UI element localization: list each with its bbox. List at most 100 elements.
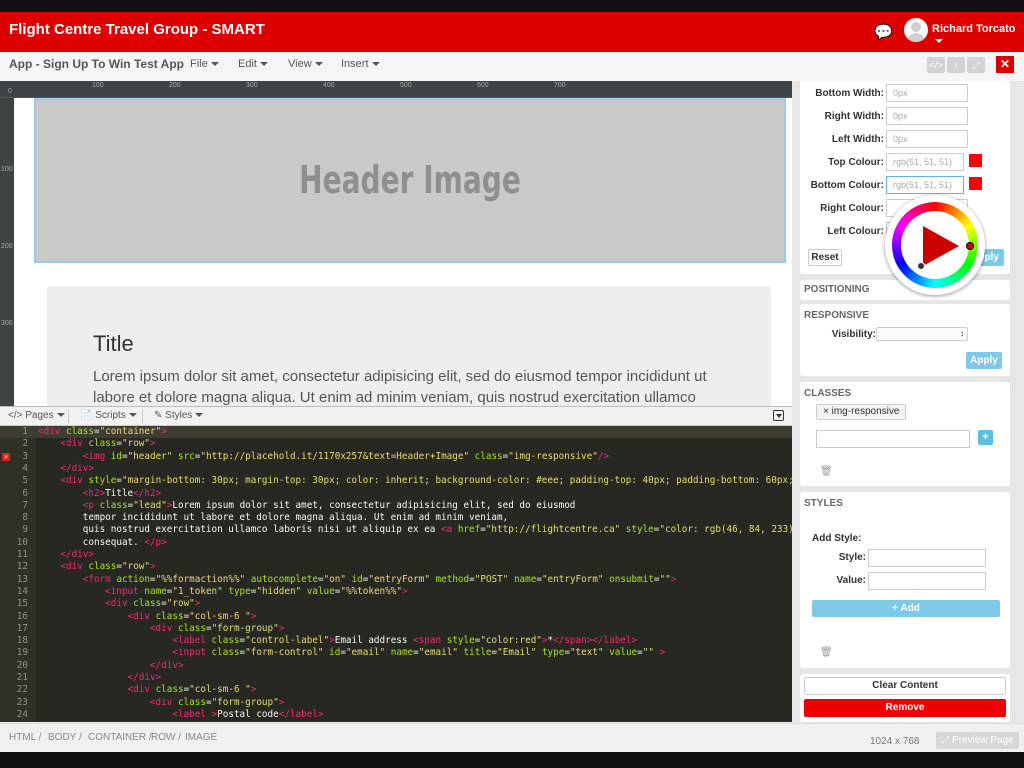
clear-content-button[interactable]: Clear Content — [804, 677, 1006, 695]
tab-scripts[interactable]: 📄 Scripts — [80, 410, 137, 421]
close-icon[interactable]: ✕ — [996, 56, 1014, 73]
chevron-down-icon — [314, 62, 323, 67]
code-line[interactable]: 4 </div> — [0, 463, 792, 475]
menu-edit[interactable]: Edit — [238, 58, 268, 70]
user-menu[interactable]: Richard Torcato — [932, 23, 1024, 47]
chevron-down-icon — [56, 413, 65, 418]
tab-divider — [142, 410, 143, 423]
add-style-button[interactable]: + Add — [812, 600, 1000, 617]
jumbotron[interactable]: Title Lorem ipsum dolor sit amet, consec… — [47, 286, 771, 406]
ruler-label: 200 — [1, 243, 13, 250]
menu-view[interactable]: View — [288, 58, 323, 70]
style-input[interactable] — [868, 549, 986, 567]
code-line[interactable]: 13 <form action="%%formaction%%" autocom… — [0, 574, 792, 586]
breadcrumb-container[interactable]: CONTAINER / — [88, 732, 152, 743]
tab-pages[interactable]: </> Pages — [8, 410, 65, 421]
tab-scripts-label: Scripts — [95, 410, 126, 421]
breadcrumb-row[interactable]: ROW / — [151, 732, 181, 743]
code-line[interactable]: 11 </div> — [0, 549, 792, 561]
remove-button[interactable]: Remove — [804, 699, 1006, 717]
chevron-down-icon — [259, 62, 268, 67]
shade-selector-handle[interactable] — [917, 262, 925, 270]
collapse-icon[interactable] — [773, 410, 784, 421]
top-colour-input[interactable]: rgb(51, 51, 51) — [886, 153, 964, 171]
hue-selector-handle[interactable] — [966, 242, 974, 250]
ruler-label: 600 — [477, 82, 489, 89]
code-line[interactable]: 16 <div class="col-sm-6 "> — [0, 611, 792, 623]
visibility-select[interactable]: ↕ — [876, 327, 968, 341]
error-icon[interactable]: × — [2, 452, 10, 461]
code-line[interactable]: 19 <input class="form-control" id="email… — [0, 647, 792, 659]
code-line[interactable]: 10 consequat. </p> — [0, 537, 792, 549]
top-header: Flight Centre Travel Group - SMART 💬 Ric… — [0, 12, 1024, 52]
class-tag[interactable]: × img-responsive — [816, 404, 907, 420]
bottom-width-input[interactable]: 0px — [886, 84, 968, 102]
chevron-down-icon — [371, 62, 380, 67]
code-line[interactable]: 23 <div class="form-group"> — [0, 697, 792, 709]
line-number: 7 — [22, 499, 28, 511]
trash-icon[interactable]: 🗑 — [820, 466, 833, 477]
line-number: 12 — [16, 561, 28, 573]
brand-title[interactable]: Flight Centre Travel Group - SMART — [9, 21, 265, 38]
left-width-input[interactable]: 0px — [886, 130, 968, 148]
code-line[interactable]: 9 quis nostrud exercitation ullamco labo… — [0, 524, 792, 536]
code-line[interactable]: 14 <input name="1_token" type="hidden" v… — [0, 586, 792, 598]
chevron-down-icon — [128, 413, 137, 418]
responsive-apply-button[interactable]: Apply — [966, 352, 1002, 369]
code-line[interactable]: 20 </div> — [0, 660, 792, 672]
code-line[interactable]: 6 <h2>Title</h2> — [0, 488, 792, 500]
bottom-colour-input[interactable]: rgb(51, 51, 51) — [886, 176, 964, 194]
chat-icon[interactable]: 💬 — [874, 23, 893, 41]
breadcrumb-body[interactable]: BODY / — [48, 732, 82, 743]
trash-icon[interactable]: 🗑 — [820, 647, 833, 658]
breadcrumb-html[interactable]: HTML / — [9, 732, 41, 743]
ruler-top: 0 100 200 300 400 500 600 700 — [0, 81, 792, 98]
bottom-colour-swatch[interactable] — [969, 177, 982, 190]
remove-icon[interactable]: × — [823, 406, 829, 417]
class-input[interactable] — [816, 430, 970, 448]
code-line[interactable]: 5 <div style="margin-bottom: 30px; margi… — [0, 475, 792, 487]
code-line[interactable]: 12 <div class="row"> — [0, 561, 792, 573]
add-class-button[interactable]: + — [978, 430, 993, 445]
code-line[interactable]: 15 <div class="row"> — [0, 598, 792, 610]
code-line[interactable]: 24 <label >Postal code</label> — [0, 709, 792, 721]
styles-title: STYLES — [804, 498, 843, 509]
code-line[interactable]: 18 <label class="control-label">Email ad… — [0, 635, 792, 647]
preview-page-button[interactable]: ⤢ Preview Page — [936, 732, 1019, 749]
line-number: 15 — [16, 598, 28, 610]
code-line[interactable]: 2 <div class="row"> — [0, 438, 792, 450]
top-frame — [0, 0, 1024, 12]
expand-icon[interactable]: ⤢ — [967, 57, 985, 73]
code-line[interactable]: 17 <div class="form-group"> — [0, 623, 792, 635]
code-text: <div class="row"> — [60, 438, 156, 450]
line-number: 14 — [16, 585, 28, 597]
code-editor[interactable]: 1 <div class="container"> 2 <div class="ro… — [0, 426, 792, 722]
hue-wheel[interactable] — [892, 202, 978, 288]
code-icon[interactable]: </> — [927, 57, 945, 73]
tab-pages-label: Pages — [25, 410, 54, 421]
menu-insert[interactable]: Insert — [341, 58, 380, 70]
value-input[interactable] — [868, 572, 986, 590]
styles-panel: STYLES Add Style: Style: Value: + Add 🗑 — [800, 492, 1010, 668]
code-line[interactable]: 22 <div class="col-sm-6 "> — [0, 684, 792, 696]
tab-styles[interactable]: ✎ Styles — [154, 410, 204, 421]
header-image[interactable]: Header Image — [34, 98, 786, 263]
code-line[interactable]: 3 <img id="header" src="http://placehold… — [0, 451, 792, 463]
code-line[interactable]: 1 <div class="container"> — [0, 426, 792, 439]
code-line[interactable]: 8 tempor incididunt ut labore et dolore … — [0, 512, 792, 524]
code-line[interactable]: 7 <p class="lead">Lorem ipsum dolor sit … — [0, 500, 792, 512]
color-picker[interactable] — [885, 195, 985, 295]
breadcrumb-image[interactable]: IMAGE — [185, 732, 217, 743]
info-icon[interactable]: i — [947, 57, 965, 73]
menu-bar: App - Sign Up To Win Test App File Edit … — [0, 52, 1024, 81]
reset-button[interactable]: Reset — [808, 249, 842, 266]
avatar[interactable] — [904, 18, 928, 42]
ruler-label: 100 — [92, 82, 104, 89]
code-line[interactable]: 21 </div> — [0, 672, 792, 684]
top-colour-swatch[interactable] — [969, 154, 982, 167]
menu-file[interactable]: File — [190, 58, 219, 70]
saturation-triangle[interactable] — [923, 226, 959, 266]
ruler-label: 700 — [554, 82, 566, 89]
header-image-text: Header Image — [299, 158, 521, 202]
right-width-input[interactable]: 0px — [886, 107, 968, 125]
